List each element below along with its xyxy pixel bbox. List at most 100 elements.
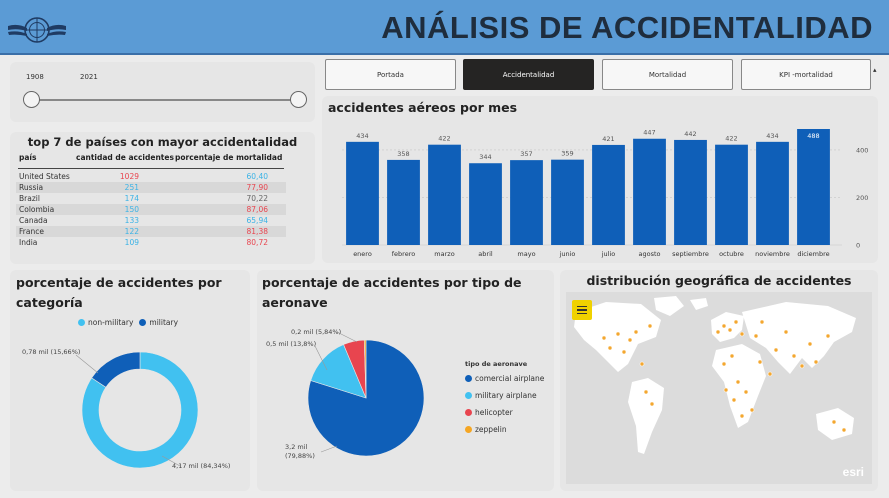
data-label: 434 xyxy=(356,132,368,140)
bar-abril[interactable] xyxy=(469,163,502,245)
table-row[interactable]: India 109 80,72 xyxy=(16,237,286,248)
count-cell: 150 xyxy=(124,205,139,214)
category-chart-card: porcentaje de accidentes por categoría n… xyxy=(10,270,250,491)
bar-noviembre[interactable] xyxy=(756,141,789,245)
count-cell: 122 xyxy=(124,227,139,236)
x-tick-label: abril xyxy=(478,250,493,258)
map-menu-button[interactable] xyxy=(572,300,592,320)
x-tick-label: marzo xyxy=(434,250,454,258)
legend-item-helicopter[interactable]: helicopter xyxy=(465,408,513,417)
monthly-accidents-card: 0 200 400 434 enero 358 febrero 422 marzo 344 abri… xyxy=(322,96,878,263)
column-header-count[interactable]: cantidad de accidentes xyxy=(76,153,174,162)
slice-label-military: 0,78 mil (15,66%) xyxy=(22,348,81,356)
country-cell: Brazil xyxy=(19,194,40,203)
table-row[interactable]: Colombia 150 87,06 xyxy=(16,204,286,215)
table-row[interactable]: Russia 251 77,90 xyxy=(16,182,286,193)
count-cell: 133 xyxy=(124,216,139,225)
bar-chart-title: accidentes aéreos por mes xyxy=(328,100,518,115)
rate-cell: 65,94 xyxy=(246,216,268,225)
aircraft-type-chart-card: porcentaje de accidentes por tipo de aer… xyxy=(257,270,554,491)
bar-diciembre[interactable] xyxy=(797,129,830,245)
count-cell: 1029 xyxy=(119,172,139,181)
x-tick-label: febrero xyxy=(392,250,415,258)
more-options-icon[interactable]: ▴ xyxy=(873,66,877,74)
slice-label-non-military: 4,17 mil (84,34%) xyxy=(172,462,231,470)
bar-junio[interactable] xyxy=(551,159,584,245)
x-tick-label: julio xyxy=(601,250,616,258)
year-range-slider: 1908 2021 xyxy=(10,62,315,122)
legend-item-military-airplane[interactable]: military airplane xyxy=(465,391,537,400)
country-cell: France xyxy=(19,227,44,236)
map-title: distribución geográfica de accidentes xyxy=(586,273,852,288)
slider-start-year: 1908 xyxy=(26,73,44,81)
legend-dot-zeppelin xyxy=(465,426,472,433)
tab-mortalidad[interactable]: Mortalidad xyxy=(602,59,733,90)
slice-label-helicopter: 0,2 mil (5,84%) xyxy=(291,328,342,336)
country-cell: Russia xyxy=(19,183,44,192)
country-cell: Colombia xyxy=(19,205,55,214)
category-donut-chart xyxy=(75,351,199,469)
slice-label-comercial-airplane: 3,2 mil (79,88%) xyxy=(285,443,315,460)
header-banner: ANÁLISIS DE ACCIDENTALIDAD xyxy=(0,0,889,55)
data-label: 434 xyxy=(766,132,778,140)
geo-distribution-card: distribución geográfica de accidentes es… xyxy=(560,270,878,491)
monthly-accidents-chart: 0 200 400 434 enero 358 febrero 422 marzo 344 abri… xyxy=(342,129,868,258)
bar-octubre[interactable] xyxy=(715,144,748,245)
bar-enero[interactable] xyxy=(346,141,379,245)
leader-line xyxy=(75,354,99,374)
bar-septiembre[interactable] xyxy=(674,139,707,245)
slider-end-handle[interactable] xyxy=(290,91,307,108)
page-title: ANÁLISIS DE ACCIDENTALIDAD xyxy=(381,10,873,45)
bar-agosto[interactable] xyxy=(633,138,666,245)
legend-dot-military-airplane xyxy=(465,392,472,399)
world-map[interactable]: esri xyxy=(566,292,872,484)
legend-dot-comercial-airplane xyxy=(465,375,472,382)
table-row[interactable]: United States 1029 60,40 xyxy=(16,171,286,182)
top-countries-table: top 7 de países con mayor accidentalidad… xyxy=(10,132,315,264)
data-label: 421 xyxy=(602,135,614,143)
tab-accidentalidad[interactable]: Accidentalidad xyxy=(463,59,594,90)
bar-marzo[interactable] xyxy=(428,144,461,245)
esri-logo: esri xyxy=(842,465,864,479)
legend-label-comercial-airplane: comercial airplane xyxy=(475,374,545,383)
bar-febrero[interactable] xyxy=(387,159,420,245)
data-label: 488 xyxy=(807,132,819,140)
x-tick-label: enero xyxy=(353,250,372,258)
slider-end-year: 2021 xyxy=(80,73,98,81)
slice-military[interactable] xyxy=(91,351,141,388)
country-cell: India xyxy=(19,238,38,247)
count-cell: 251 xyxy=(124,183,139,192)
world-map-canvas xyxy=(574,296,856,454)
legend-item-zeppelin[interactable]: zeppelin xyxy=(465,425,507,434)
table-row[interactable]: Canada 133 65,94 xyxy=(16,215,286,226)
table-row[interactable]: France 122 81,38 xyxy=(16,226,286,237)
rate-cell: 80,72 xyxy=(246,238,268,247)
rate-cell: 77,90 xyxy=(246,183,268,192)
x-tick-label: agosto xyxy=(639,250,661,258)
table-header-divider xyxy=(18,168,284,169)
column-header-country[interactable]: país xyxy=(19,153,36,162)
x-tick-label: diciembre xyxy=(797,250,829,258)
aircraft-legend-title: tipo de aeronave xyxy=(465,360,528,368)
column-header-rate[interactable]: porcentaje de mortalidad xyxy=(175,153,282,162)
tab-portada[interactable]: Portada xyxy=(325,59,456,90)
legend-item-comercial-airplane[interactable]: comercial airplane xyxy=(465,374,544,383)
x-tick-label: junio xyxy=(559,250,576,258)
bar-julio[interactable] xyxy=(592,144,625,245)
count-cell: 109 xyxy=(124,238,139,247)
data-label: 344 xyxy=(479,153,491,161)
rate-cell: 87,06 xyxy=(246,205,268,214)
data-label: 357 xyxy=(520,150,532,158)
bar-mayo[interactable] xyxy=(510,160,543,245)
tab-kpi-mortalidad[interactable]: KPI -mortalidad xyxy=(741,59,871,90)
x-tick-label: noviembre xyxy=(755,250,790,258)
slider-track[interactable] xyxy=(32,99,300,101)
slider-start-handle[interactable] xyxy=(23,91,40,108)
table-row[interactable]: Brazil 174 70,22 xyxy=(16,193,286,204)
x-tick-label: mayo xyxy=(517,250,535,258)
count-cell: 174 xyxy=(124,194,139,203)
country-cell: Canada xyxy=(19,216,48,225)
country-cell: United States xyxy=(19,172,70,181)
legend-dot-helicopter xyxy=(465,409,472,416)
y-tick-label: 200 xyxy=(856,194,868,202)
